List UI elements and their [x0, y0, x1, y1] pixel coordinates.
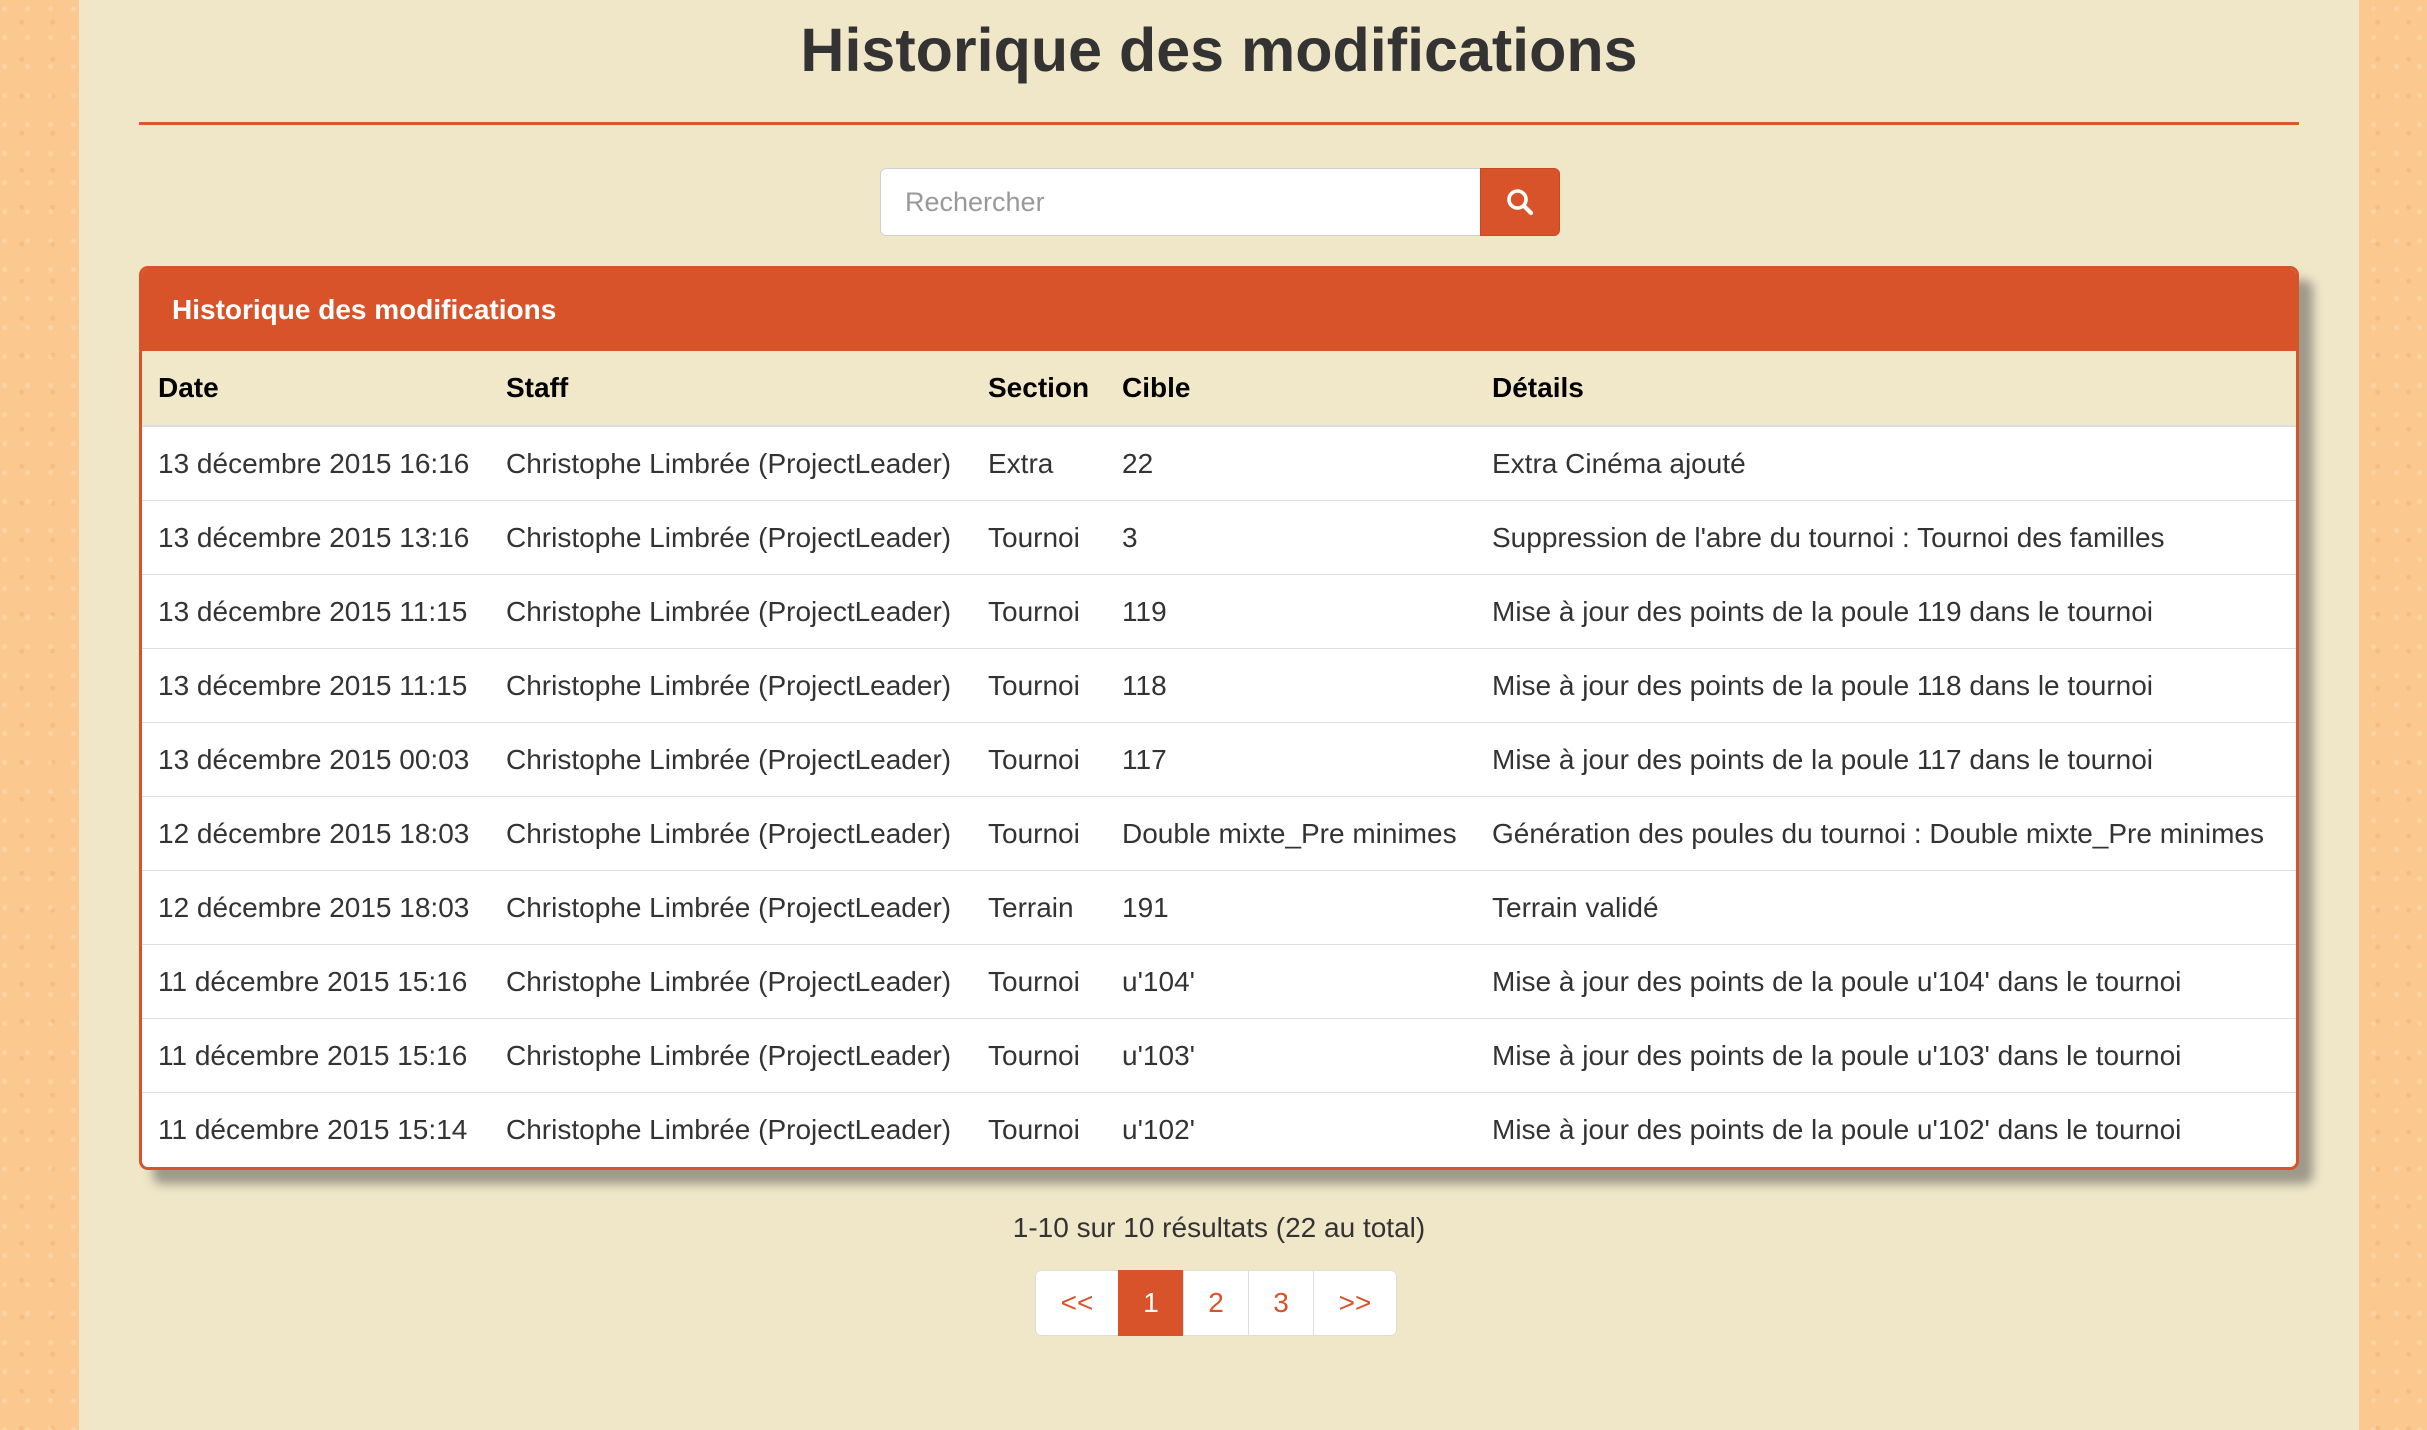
cell-staff: Christophe Limbrée (ProjectLeader) [490, 870, 972, 945]
table-row: 13 décembre 2015 16:16 Christophe Limbrée… [142, 426, 2296, 501]
column-header-details: Détails [1476, 351, 2296, 427]
cell-cible: 3 [1106, 500, 1476, 575]
cell-staff: Christophe Limbrée (ProjectLeader) [490, 796, 972, 871]
table-row: 11 décembre 2015 15:16 Christophe Limbrée… [142, 1018, 2296, 1093]
cell-date: 13 décembre 2015 16:16 [158, 447, 470, 479]
cell-date: 13 décembre 2015 13:16 [142, 500, 490, 575]
cell-section: Tournoi [972, 648, 1106, 723]
cell-cible: u'104' [1106, 944, 1476, 1019]
cell-date: 13 décembre 2015 11:15 [142, 574, 490, 649]
cell-cible: 117 [1106, 722, 1476, 797]
cell-staff: Christophe Limbrée (ProjectLeader) [490, 574, 972, 649]
table-row: 13 décembre 2015 13:16 Christophe Limbrée… [142, 500, 2296, 575]
pagination: << 1 2 3 >> [1035, 1270, 1397, 1336]
cell-section: Extra [988, 447, 1054, 479]
cell-cible: Double mixte_Pre minimes [1106, 796, 1476, 871]
cell-date: 12 décembre 2015 18:03 [142, 870, 490, 945]
cell-staff: Christophe Limbrée (ProjectLeader) [490, 1018, 972, 1093]
cell-details: Extra Cinéma ajouté [1492, 447, 1746, 479]
panel-title: Historique des modifications [142, 269, 2296, 351]
cell-staff: Christophe Limbrée (ProjectLeader) [490, 500, 972, 575]
table-row: 12 décembre 2015 18:03 Christophe Limbrée… [142, 796, 2296, 871]
cell-date: 13 décembre 2015 11:15 [142, 648, 490, 723]
cell-cible: u'103' [1106, 1018, 1476, 1093]
cell-cible: u'102' [1106, 1092, 1476, 1166]
history-table: Date Staff Section Cible Détails 13 déce… [142, 351, 2296, 1166]
cell-details: Terrain validé [1476, 870, 2296, 945]
cell-section: Tournoi [972, 944, 1106, 1019]
pagination-page-1[interactable]: 1 [1118, 1270, 1184, 1336]
cell-details: Mise à jour des points de la poule 119 d… [1476, 574, 2296, 649]
search-form [880, 168, 1560, 236]
cell-staff: Christophe Limbrée (ProjectLeader) [490, 1092, 972, 1166]
cell-section: Tournoi [972, 574, 1106, 649]
column-header-cible: Cible [1106, 351, 1476, 427]
cell-cible: 118 [1106, 648, 1476, 723]
search-input[interactable] [880, 168, 1480, 236]
title-divider [139, 122, 2299, 125]
table-row: 11 décembre 2015 15:16 Christophe Limbrée… [142, 944, 2296, 1019]
column-header-date: Date [142, 351, 490, 427]
cell-cible: 22 [1122, 447, 1154, 479]
page-title: Historique des modifications [800, 16, 1638, 84]
table-row: 12 décembre 2015 18:03 Christophe Limbrée… [142, 870, 2296, 945]
cell-cible: 119 [1106, 574, 1476, 649]
cell-details: Mise à jour des points de la poule 117 d… [1476, 722, 2296, 797]
cell-staff: Christophe Limbrée (ProjectLeader) [490, 722, 972, 797]
cell-section: Terrain [972, 870, 1106, 945]
page-container: Historique des modifications Historique … [79, 0, 2359, 1430]
cell-section: Tournoi [972, 722, 1106, 797]
results-summary: 1-10 sur 10 résultats (22 au total) [1012, 1212, 1426, 1243]
cell-date: 11 décembre 2015 15:16 [142, 944, 490, 1019]
pagination-last-button[interactable]: >> [1313, 1270, 1397, 1336]
pagination-page-2[interactable]: 2 [1183, 1270, 1249, 1336]
column-header-staff: Staff [490, 351, 972, 427]
cell-date: 11 décembre 2015 15:14 [142, 1092, 490, 1166]
cell-details: Mise à jour des points de la poule 118 d… [1476, 648, 2296, 723]
history-panel: Historique des modifications Date Staff … [139, 266, 2299, 1170]
table-row: 13 décembre 2015 00:03 Christophe Limbrée… [142, 722, 2296, 797]
cell-section: Tournoi [972, 1092, 1106, 1166]
cell-date: 11 décembre 2015 15:16 [142, 1018, 490, 1093]
pagination-page-3[interactable]: 3 [1248, 1270, 1314, 1336]
cell-details: Génération des poules du tournoi : Doubl… [1476, 796, 2296, 871]
table-row: 13 décembre 2015 11:15 Christophe Limbrée… [142, 574, 2296, 649]
cell-details: Mise à jour des points de la poule u'102… [1476, 1092, 2296, 1166]
table-row: 11 décembre 2015 15:14 Christophe Limbrée… [142, 1092, 2296, 1166]
pagination-first-button[interactable]: << [1035, 1270, 1119, 1336]
column-header-section: Section [972, 351, 1106, 427]
cell-cible: 191 [1106, 870, 1476, 945]
cell-date: 13 décembre 2015 00:03 [142, 722, 490, 797]
table-body: 13 décembre 2015 16:16 Christophe Limbrée… [142, 426, 2296, 1166]
cell-section: Tournoi [972, 1018, 1106, 1093]
cell-staff: Christophe Limbrée (ProjectLeader) [490, 944, 972, 1019]
cell-date: 12 décembre 2015 18:03 [142, 796, 490, 871]
cell-staff: Christophe Limbrée (ProjectLeader) [490, 648, 972, 723]
table-header-row: Date Staff Section Cible Détails [142, 351, 2296, 427]
search-button[interactable] [1480, 168, 1560, 236]
cell-details: Mise à jour des points de la poule u'104… [1476, 944, 2296, 1019]
cell-details: Mise à jour des points de la poule u'103… [1476, 1018, 2296, 1093]
cell-details: Suppression de l'abre du tournoi : Tourn… [1476, 500, 2296, 575]
cell-section: Tournoi [972, 796, 1106, 871]
table-row: 13 décembre 2015 11:15 Christophe Limbrée… [142, 648, 2296, 723]
search-icon [1507, 189, 1534, 216]
cell-section: Tournoi [972, 500, 1106, 575]
cell-staff: Christophe Limbrée (ProjectLeader) [506, 447, 952, 479]
